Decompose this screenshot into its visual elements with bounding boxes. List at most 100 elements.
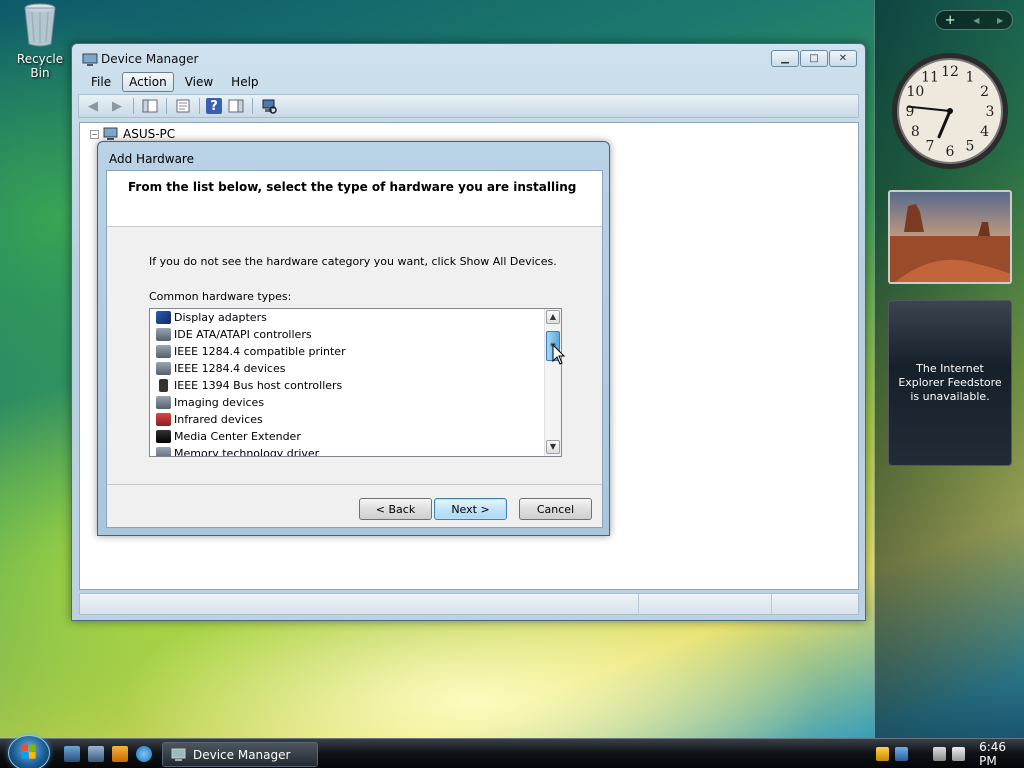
tree-root-node[interactable]: − ASUS-PC — [90, 127, 175, 141]
dialog-header: From the list below, select the type of … — [107, 171, 602, 227]
next-gadget-button[interactable]: ▶ — [997, 16, 1003, 25]
computer-icon — [103, 127, 118, 140]
list-item[interactable]: Memory technology driver — [150, 445, 561, 456]
menu-help[interactable]: Help — [224, 72, 265, 92]
clock-number: 3 — [986, 104, 995, 120]
add-gadget-button[interactable]: + — [945, 13, 956, 28]
add-hardware-dialog[interactable]: Add Hardware From the list below, select… — [97, 141, 610, 536]
menu-view[interactable]: View — [178, 72, 220, 92]
slideshow-gadget[interactable] — [888, 190, 1012, 284]
clock-number: 7 — [926, 139, 935, 155]
list-item[interactable]: IEEE 1284.4 devices — [150, 360, 561, 377]
clock-number: 6 — [946, 144, 955, 160]
dialog-body: From the list below, select the type of … — [106, 170, 603, 528]
tree-root-label: ASUS-PC — [123, 127, 176, 141]
system-tray: 6:46 PM — [868, 739, 1024, 768]
clock-time[interactable]: 6:46 PM — [979, 740, 1024, 768]
action-pane-icon[interactable] — [226, 97, 246, 115]
sidebar-controls: + ◀ ▶ — [935, 10, 1013, 30]
maximize-button[interactable]: □ — [800, 50, 828, 67]
window-title: Device Manager — [101, 52, 199, 66]
media-player-icon[interactable] — [112, 746, 128, 762]
status-pane-3 — [772, 594, 858, 614]
clock-number: 8 — [911, 124, 920, 140]
dialog-info-text: If you do not see the hardware category … — [149, 255, 557, 268]
status-bar — [79, 593, 859, 615]
back-arrow-icon[interactable]: ◀ — [83, 97, 103, 115]
status-pane-main — [80, 594, 639, 614]
back-button[interactable]: < Back — [359, 498, 432, 520]
clock-number: 2 — [980, 84, 989, 100]
ide-controller-icon — [156, 328, 171, 341]
infrared-icon — [156, 413, 171, 426]
volume-muted-icon[interactable] — [952, 747, 966, 761]
scroll-down-button[interactable]: ▼ — [546, 440, 560, 454]
minimize-button[interactable]: ▁ — [771, 50, 799, 67]
forward-arrow-icon[interactable]: ▶ — [107, 97, 127, 115]
feed-headlines-gadget[interactable]: The Internet Explorer Feedstore is unava… — [888, 300, 1012, 466]
toolbar-separator — [252, 98, 253, 114]
scroll-up-button[interactable]: ▲ — [546, 310, 560, 324]
properties-icon[interactable] — [173, 97, 193, 115]
computer-icon — [82, 53, 98, 66]
menu-bar: File Action View Help — [80, 71, 857, 93]
sidebar-icon[interactable] — [895, 747, 909, 761]
taskbar-button-label: Device Manager — [193, 747, 291, 762]
window-controls: ▁ □ ✕ — [771, 50, 857, 67]
prev-gadget-button[interactable]: ◀ — [973, 16, 979, 25]
clock-number: 4 — [980, 124, 989, 140]
firewire-plug-icon — [159, 379, 168, 392]
windows-logo-icon — [21, 744, 36, 759]
feed-message: The Internet Explorer Feedstore is unava… — [898, 362, 1002, 403]
toolbar-separator — [133, 98, 134, 114]
clock-gadget[interactable]: 12 1234567891011 — [889, 50, 1011, 172]
dialog-title: Add Hardware — [109, 152, 194, 166]
mouse-cursor-icon — [552, 344, 566, 365]
switch-windows-icon[interactable] — [88, 746, 104, 762]
status-pane-2 — [639, 594, 772, 614]
menu-action[interactable]: Action — [122, 72, 174, 92]
taskbar-device-manager-button[interactable]: Device Manager — [162, 742, 318, 767]
help-icon[interactable]: ? — [206, 98, 222, 114]
list-item[interactable]: IEEE 1284.4 compatible printer — [150, 343, 561, 360]
next-button[interactable]: Next > — [434, 498, 507, 520]
list-item[interactable]: Display adapters — [150, 309, 561, 326]
dialog-heading: From the list below, select the type of … — [128, 180, 577, 194]
close-button[interactable]: ✕ — [829, 50, 857, 67]
menu-file[interactable]: File — [84, 72, 118, 92]
display-adapter-icon — [156, 311, 171, 324]
internet-explorer-icon[interactable] — [136, 746, 152, 762]
clock-number: 5 — [966, 139, 975, 155]
show-desktop-icon[interactable] — [64, 746, 80, 762]
clock-number: 12 — [941, 64, 959, 80]
list-item[interactable]: IEEE 1394 Bus host controllers — [150, 377, 561, 394]
toolbar-separator — [166, 98, 167, 114]
scan-hardware-changes-icon[interactable] — [259, 97, 279, 115]
clock-number: 10 — [906, 84, 924, 100]
list-item[interactable]: Media Center Extender — [150, 428, 561, 445]
network-icon[interactable] — [933, 747, 947, 761]
list-item[interactable]: Infrared devices — [150, 411, 561, 428]
media-center-icon — [156, 430, 171, 443]
clock-number: 11 — [921, 69, 939, 85]
toolbar-separator — [199, 98, 200, 114]
list-item[interactable]: Imaging devices — [150, 394, 561, 411]
toolbar: ◀ ▶ ? — [78, 94, 859, 118]
start-button[interactable] — [8, 735, 50, 768]
desert-landscape-image — [890, 192, 1010, 282]
tree-expander[interactable]: − — [90, 129, 99, 139]
show-hide-console-tree-icon[interactable] — [140, 97, 160, 115]
cancel-button[interactable]: Cancel — [519, 498, 592, 520]
taskbar: Device Manager 6:46 PM — [0, 735, 1024, 768]
hardware-types-list[interactable]: Display adapters IDE ATA/ATAPI controlle… — [149, 308, 562, 457]
recycle-bin-desktop-icon[interactable]: Recycle Bin — [6, 2, 74, 80]
recycle-bin-label: Recycle Bin — [16, 52, 64, 80]
list-scrollbar[interactable]: ▲ ≡ ▼ — [544, 309, 561, 456]
list-item[interactable]: IDE ATA/ATAPI controllers — [150, 326, 561, 343]
memory-device-icon — [156, 447, 171, 456]
recycle-bin-icon — [22, 2, 58, 48]
dialog-separator — [107, 484, 602, 485]
security-shield-icon[interactable] — [876, 747, 890, 761]
windows-sidebar: + ◀ ▶ 12 1 2 3 4 5 6 7 8 9 10 11 The Internet Explo… — [874, 0, 1024, 738]
camera-icon — [156, 396, 171, 409]
